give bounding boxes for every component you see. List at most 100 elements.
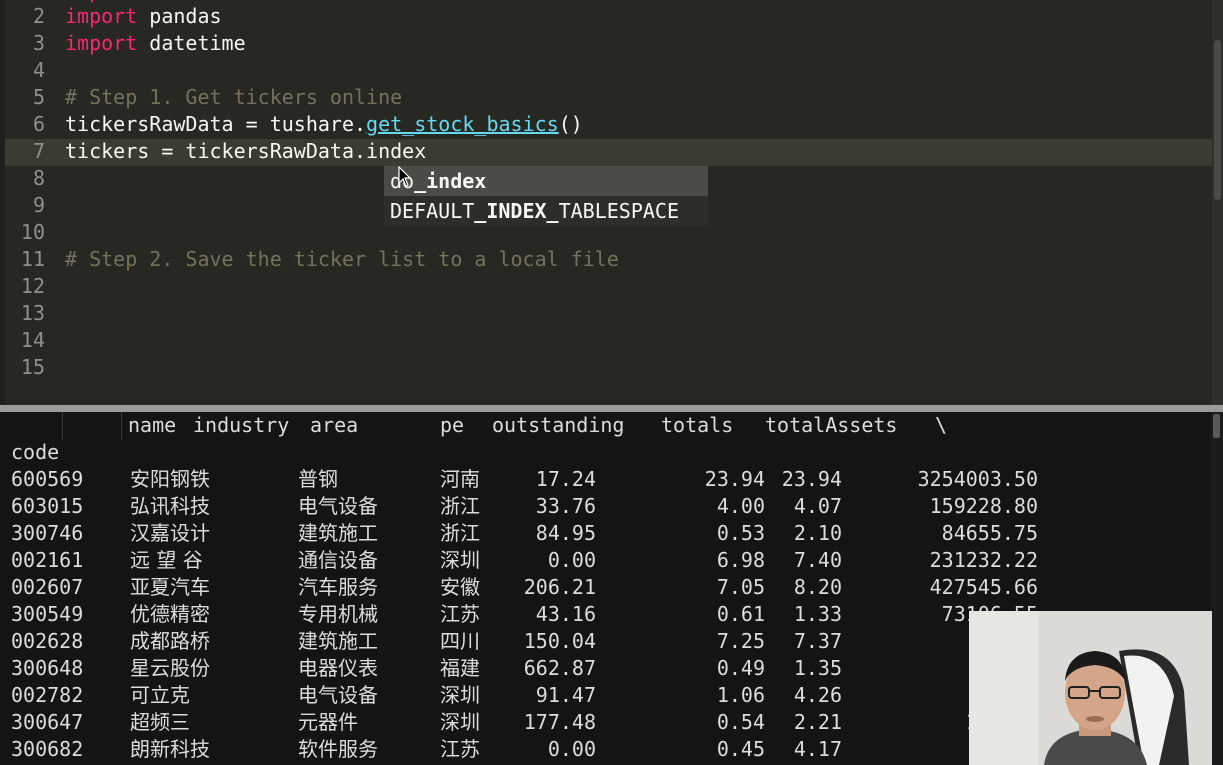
cell-area: 深圳: [440, 548, 480, 572]
cell-industry: 电器仪表: [298, 656, 378, 680]
cell-totalassets: 231232.22: [929, 548, 1038, 572]
cell-area: 江苏: [440, 602, 480, 626]
autocomplete-popup[interactable]: do_index DEFAULT_INDEX_TABLESPACE: [384, 166, 708, 226]
cell-pe: 91.47: [535, 683, 596, 707]
cell-name: 远 望 谷: [130, 548, 203, 572]
cell-industry: 通信设备: [298, 548, 378, 572]
cell-outstanding: 0.61: [716, 602, 765, 626]
cell-code: 002628: [11, 629, 84, 653]
cell-pe: 177.48: [523, 710, 596, 734]
cell-outstanding: 0.45: [716, 737, 765, 761]
cell-outstanding: 0.49: [716, 656, 765, 680]
cell-pe: 150.04: [523, 629, 596, 653]
code-line-6[interactable]: tickersRawData = tushare.get_stock_basic…: [65, 111, 583, 138]
code-line-7[interactable]: tickers = tickersRawData.index: [65, 138, 426, 165]
autocomplete-item[interactable]: DEFAULT_INDEX_TABLESPACE: [384, 196, 708, 226]
line-number: 6: [32, 112, 45, 136]
cell-pe: 206.21: [523, 575, 596, 599]
header-area: area: [310, 413, 359, 437]
cell-area: 江苏: [440, 737, 480, 761]
cell-area: 浙江: [440, 494, 480, 518]
cell-outstanding: 7.25: [716, 629, 765, 653]
cell-name: 星云股份: [130, 656, 210, 680]
cell-name: 朗新科技: [130, 737, 210, 761]
line-number: 4: [32, 58, 45, 82]
cell-industry: 软件服务: [298, 737, 378, 761]
code-line-11-comment[interactable]: # Step 2. Save the ticker list to a loca…: [65, 246, 619, 273]
cell-code: 300682: [11, 737, 84, 761]
cell-industry: 元器件: [298, 710, 358, 734]
cell-totalassets: 159228.80: [929, 494, 1038, 518]
cell-industry: 电气设备: [298, 494, 378, 518]
cell-area: 河南: [440, 467, 480, 491]
code-line-2[interactable]: import pandas: [65, 3, 222, 30]
cell-area: 深圳: [440, 710, 480, 734]
cell-pe: 43.16: [535, 602, 596, 626]
cell-totals: 2.10: [793, 521, 842, 545]
cell-name: 安阳钢铁: [130, 467, 210, 491]
header-continuation: \: [935, 413, 948, 437]
line-number: 12: [20, 274, 45, 298]
line-number-gutter: 2 3 4 5 6 7 8 9 10 11 12 13 14 15: [5, 0, 57, 405]
code-line-3[interactable]: import datetime: [65, 30, 246, 57]
code-line-5-comment[interactable]: # Step 1. Get tickers online: [65, 84, 402, 111]
header-name: name: [128, 413, 177, 437]
cell-area: 四川: [440, 629, 480, 653]
editor-scrollbar-thumb[interactable]: [1214, 40, 1221, 200]
cell-pe: 0.00: [547, 737, 596, 761]
cell-totals: 23.94: [781, 467, 842, 491]
cell-totals: 7.40: [793, 548, 842, 572]
cell-code: 300549: [11, 602, 84, 626]
cell-name: 可立克: [130, 683, 190, 707]
cell-outstanding: 0.53: [716, 521, 765, 545]
cell-name: 弘讯科技: [130, 494, 210, 518]
header-totalassets: totalAssets: [765, 413, 898, 437]
line-number: 7: [32, 139, 45, 163]
cell-totals: 4.07: [793, 494, 842, 518]
header-outstanding: outstanding: [492, 413, 625, 437]
cell-totalassets: 427545.66: [929, 575, 1038, 599]
cell-pe: 662.87: [523, 656, 596, 680]
pane-splitter[interactable]: [0, 405, 1223, 412]
cell-name: 超频三: [130, 710, 190, 734]
cell-totalassets: 3254003.50: [917, 467, 1038, 491]
cell-code: 002161: [11, 548, 84, 572]
line-number: 5: [32, 85, 45, 109]
line-number: 3: [32, 31, 45, 55]
cell-industry: 建筑施工: [298, 521, 378, 545]
cell-totals: 4.17: [793, 737, 842, 761]
line-number: 2: [32, 4, 45, 28]
cell-outstanding: 1.06: [716, 683, 765, 707]
cell-totals: 1.33: [793, 602, 842, 626]
header-industry: industry: [193, 413, 290, 437]
line-number: 9: [32, 193, 45, 217]
console-scrollbar-thumb[interactable]: [1213, 414, 1220, 438]
autocomplete-item-selected[interactable]: do_index: [384, 166, 708, 196]
webcam-overlay: [969, 611, 1212, 765]
cell-outstanding: 7.05: [716, 575, 765, 599]
presenter-video-image: [969, 611, 1212, 765]
code-text: tickersRawData = tushare.: [65, 112, 367, 136]
cell-pe: 17.24: [535, 467, 596, 491]
autocomplete-item-match: _INDEX_: [474, 199, 559, 223]
cell-outstanding: 4.00: [716, 494, 765, 518]
editor-scrollbar[interactable]: [1212, 0, 1223, 405]
cell-name: 成都路桥: [130, 629, 210, 653]
cell-area: 福建: [440, 656, 480, 680]
cell-totals: 2.21: [793, 710, 842, 734]
column-guides: [62, 412, 122, 440]
cell-totals: 4.26: [793, 683, 842, 707]
code-editor[interactable]: import 2 3 4 5 6 7 8 9 10 11 12 13 14 15…: [0, 0, 1223, 405]
cell-code: 600569: [11, 467, 84, 491]
cell-code: 002782: [11, 683, 84, 707]
cell-industry: 电气设备: [298, 683, 378, 707]
cell-industry: 汽车服务: [298, 575, 378, 599]
cell-code: 300648: [11, 656, 84, 680]
line-number: 13: [20, 301, 45, 325]
cell-totals: 7.37: [793, 629, 842, 653]
cell-industry: 普钢: [298, 467, 338, 491]
header-totals: totals: [661, 413, 734, 437]
autocomplete-item-suffix: TABLESPACE: [558, 199, 680, 223]
code-text: (): [558, 112, 583, 136]
cell-code: 002607: [11, 575, 84, 599]
